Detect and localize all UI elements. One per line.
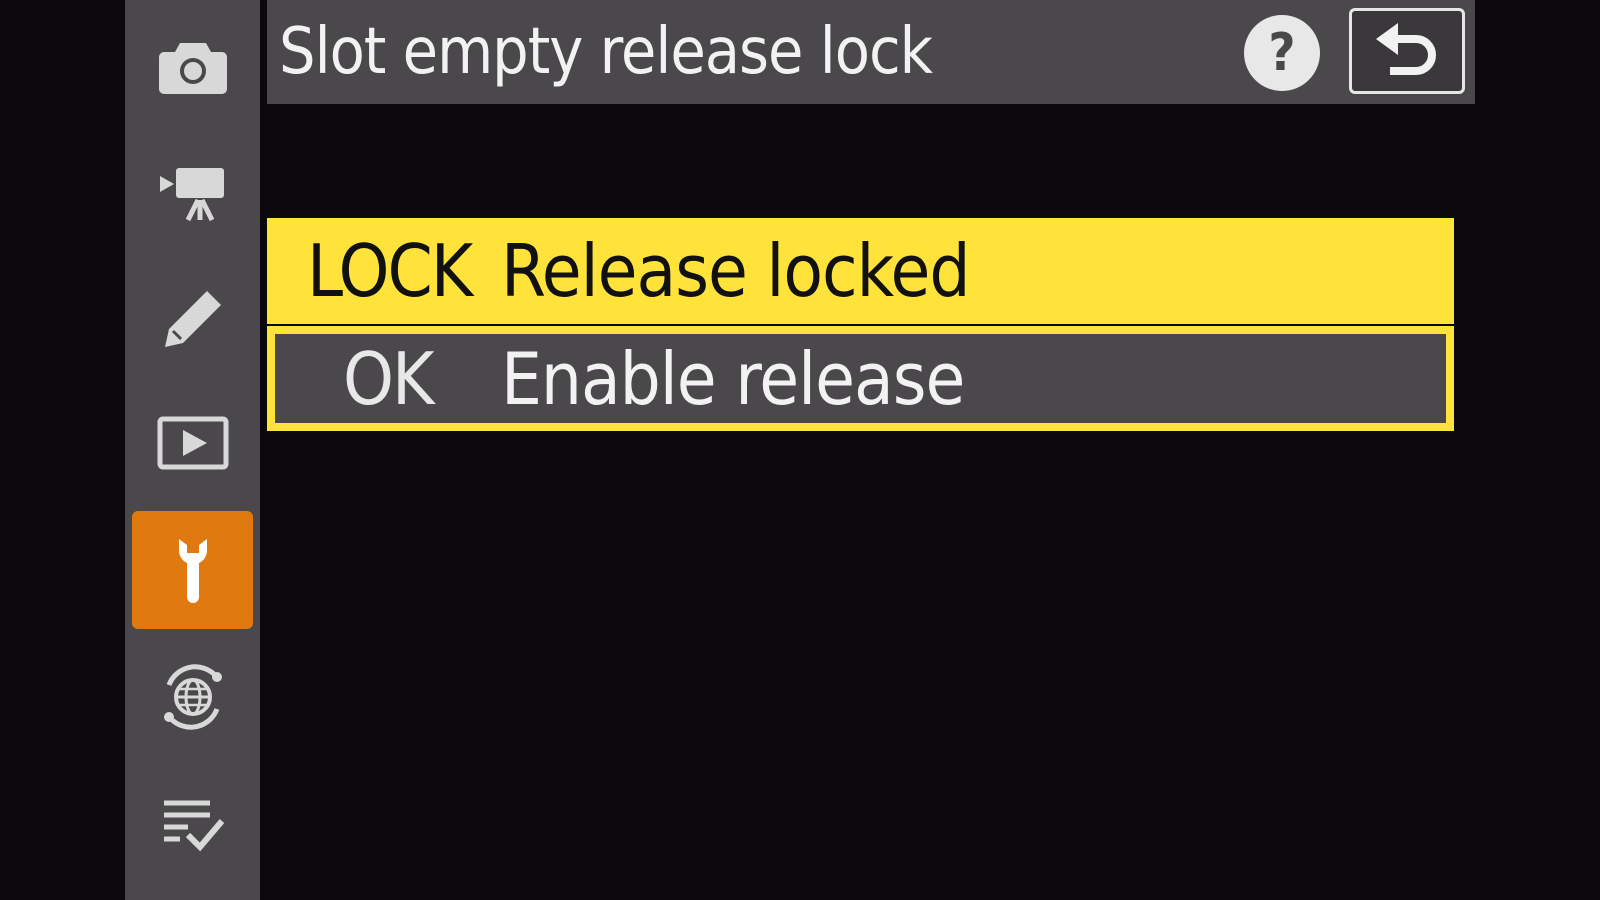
return-arrow-icon <box>1376 23 1436 75</box>
title-bar: Slot empty release lock ? <box>267 0 1475 104</box>
playback-icon <box>157 416 228 470</box>
menu-tab-strip <box>125 0 260 900</box>
tab-movie-recording-menu[interactable] <box>132 134 253 252</box>
option-release-locked[interactable]: LOCK Release locked <box>267 218 1454 324</box>
tab-photo-shooting-menu[interactable] <box>132 8 253 126</box>
movie-camera-icon <box>159 168 224 222</box>
option-label: Release locked <box>501 229 971 313</box>
pencil-icon <box>164 291 221 347</box>
option-key: LOCK <box>307 229 473 313</box>
back-button[interactable] <box>1349 8 1465 94</box>
option-key: OK <box>343 336 434 421</box>
my-menu-checklist-icon <box>163 800 224 852</box>
help-button[interactable]: ? <box>1244 15 1320 91</box>
help-icon: ? <box>1268 23 1296 83</box>
tab-my-menu[interactable] <box>132 765 253 883</box>
tab-setup-menu[interactable] <box>132 511 253 629</box>
camera-menu-screen: Slot empty release lock ? LOCK Release l… <box>0 0 1600 900</box>
camera-icon <box>158 43 227 94</box>
tab-playback-menu[interactable] <box>132 384 253 502</box>
page-title: Slot empty release lock <box>279 15 933 89</box>
tab-custom-settings-menu[interactable] <box>132 260 253 378</box>
tab-network-menu[interactable] <box>132 638 253 756</box>
network-globe-icon <box>163 664 222 730</box>
option-label: Enable release <box>501 336 965 421</box>
option-enable-release[interactable]: OK Enable release <box>267 326 1454 431</box>
wrench-icon <box>178 539 207 603</box>
